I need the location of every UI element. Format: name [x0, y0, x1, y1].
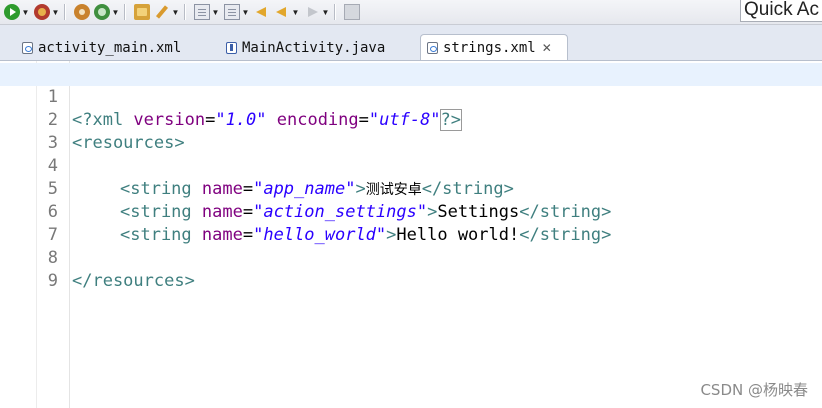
- android-icon[interactable]: [74, 4, 90, 20]
- tab-strings-xml[interactable]: strings.xml ✕: [420, 34, 568, 60]
- run-icon[interactable]: [4, 4, 20, 20]
- back-history-icon[interactable]: [274, 4, 290, 20]
- code-line-8: 8 </resources>: [0, 224, 822, 291]
- code-line-9: 9: [0, 247, 822, 291]
- run-dropdown-icon[interactable]: ▼: [21, 4, 30, 20]
- document-dropdown-icon[interactable]: ▼: [211, 4, 220, 20]
- forward-icon[interactable]: [304, 4, 320, 20]
- debug-dropdown-icon[interactable]: ▼: [51, 4, 60, 20]
- xml-file-icon: [427, 41, 438, 54]
- editor-tab-bar: activity_main.xml MainActivity.java stri…: [0, 25, 822, 61]
- code-line-2: 2 <resources>: [0, 86, 822, 153]
- back-dropdown-icon[interactable]: ▼: [291, 4, 300, 20]
- watermark: CSDN @杨映春: [700, 381, 808, 399]
- tab-mainactivity-java[interactable]: MainActivity.java: [226, 36, 386, 59]
- debug-icon[interactable]: [34, 4, 50, 20]
- code-line-1: 1 <?xml version="1.0" encoding="utf-8"?>: [0, 63, 822, 131]
- tab-label: MainActivity.java: [242, 39, 386, 56]
- tab-activity-main-xml[interactable]: activity_main.xml: [22, 36, 182, 59]
- toolbar-separator: [64, 4, 66, 20]
- brush-dropdown-icon[interactable]: ▼: [171, 4, 180, 20]
- brush-icon[interactable]: [154, 4, 170, 20]
- code-line-7: 7: [0, 201, 822, 245]
- close-icon[interactable]: ✕: [542, 41, 552, 55]
- open-folder-icon[interactable]: [134, 4, 150, 20]
- code-editor[interactable]: 1 <?xml version="1.0" encoding="utf-8"?>…: [0, 61, 822, 408]
- main-toolbar: ▼ ▼ ▼ ▼ ▼ ▼ ▼ ▼: [0, 0, 822, 25]
- code-line-4: 4 <string name="app_name">测试安卓</string>: [0, 132, 822, 199]
- code-text: </resources>: [72, 271, 195, 291]
- annotation-dropdown-icon[interactable]: ▼: [241, 4, 250, 20]
- java-file-icon: [226, 41, 237, 54]
- document-icon[interactable]: [194, 4, 210, 20]
- annotation-icon[interactable]: [224, 4, 240, 20]
- toolbar-separator: [334, 4, 336, 20]
- xml-file-icon: [22, 41, 33, 54]
- back-icon[interactable]: [254, 4, 270, 20]
- forward-dropdown-icon[interactable]: ▼: [321, 4, 330, 20]
- refresh-dropdown-icon[interactable]: ▼: [111, 4, 120, 20]
- tab-label: activity_main.xml: [38, 39, 182, 56]
- line-number: 9: [47, 271, 58, 291]
- quick-access-input[interactable]: Quick Ac: [740, 0, 822, 22]
- code-line-3: 3: [0, 109, 822, 153]
- toolbar-separator: [124, 4, 126, 20]
- code-line-6: 6 <string name="hello_world">Hello world…: [0, 178, 822, 245]
- tab-label: strings.xml: [443, 39, 536, 56]
- code-line-5: 5 <string name="action_settings">Setting…: [0, 155, 822, 222]
- toolbar-separator: [184, 4, 186, 20]
- pin-icon[interactable]: [344, 4, 360, 20]
- refresh-icon[interactable]: [94, 4, 110, 20]
